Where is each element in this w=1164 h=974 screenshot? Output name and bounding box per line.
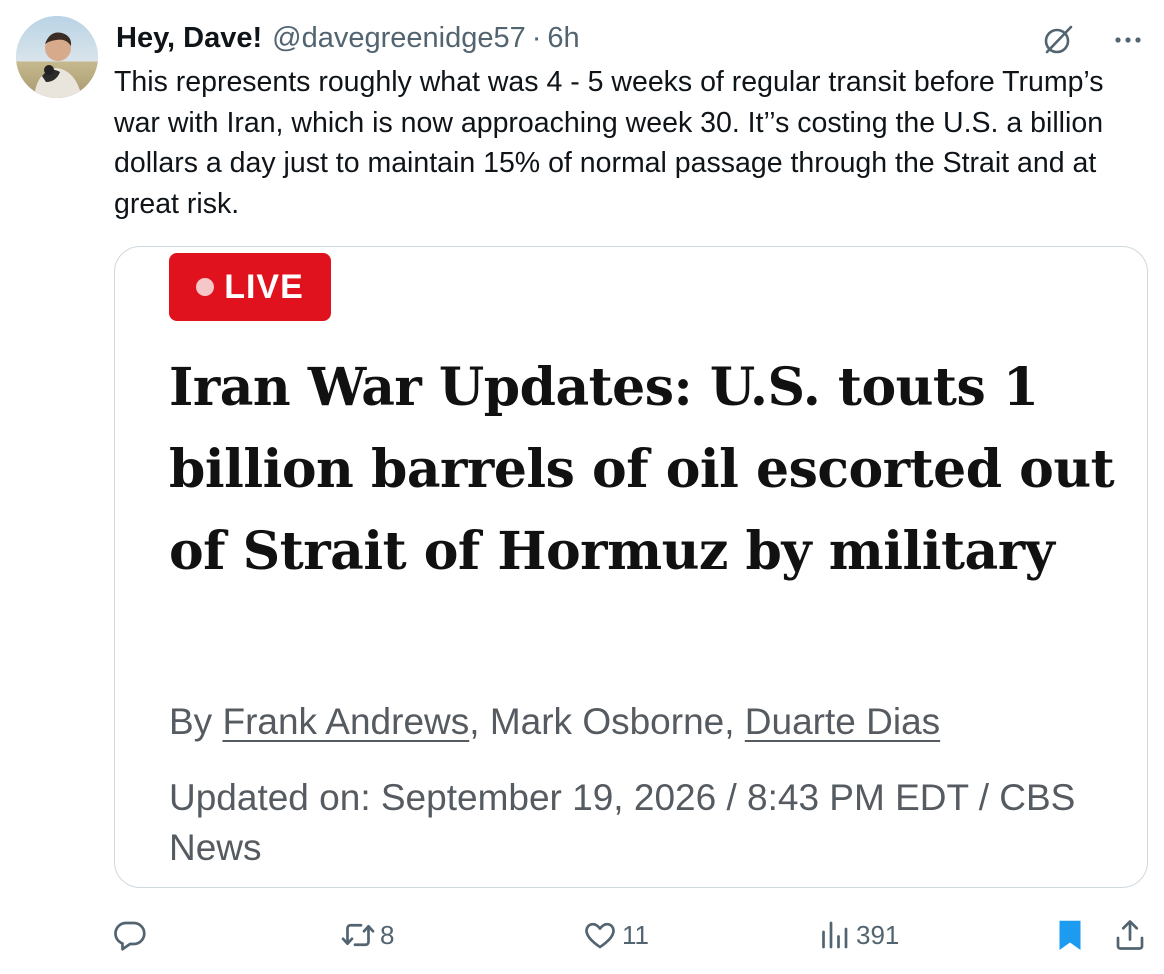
byline-prefix: By [169, 701, 223, 742]
reply-icon [114, 921, 146, 951]
bookmark-icon [1059, 920, 1081, 950]
article-byline: By Frank Andrews, Mark Osborne, Duarte D… [169, 697, 940, 747]
views-count: 391 [856, 919, 900, 950]
separator-dot: · [531, 21, 542, 54]
byline-author-3: Duarte Dias [744, 701, 941, 742]
grok-icon[interactable] [1040, 22, 1076, 58]
views-button[interactable]: 391 [816, 915, 899, 955]
timestamp[interactable]: 6h [547, 22, 579, 55]
byline-separator-2: , [724, 701, 745, 742]
live-badge: LIVE [169, 253, 331, 321]
share-button[interactable] [1112, 915, 1148, 955]
article-headline: Iran War Updates: U.S. touts 1 billion b… [169, 357, 1115, 582]
byline-author-1: Frank Andrews [222, 701, 470, 742]
byline-separator-1: , [469, 701, 490, 742]
tweet-header: Hey, Dave! @davegreenidge57 · 6h [116, 18, 580, 58]
avatar[interactable] [16, 16, 98, 98]
live-label: LIVE [224, 267, 304, 306]
byline-author-2: Mark Osborne [489, 701, 725, 742]
retweet-count: 8 [380, 919, 395, 950]
like-button[interactable]: 11 [582, 915, 649, 955]
like-count: 11 [622, 919, 649, 950]
action-bar: 8 11 391 [0, 905, 1164, 965]
share-icon [1116, 920, 1144, 950]
live-dot-icon [196, 278, 215, 296]
reply-button[interactable] [112, 915, 152, 955]
tweet-text: This represents roughly what was 4 - 5 w… [114, 66, 1104, 220]
more-icon[interactable] [1110, 22, 1146, 58]
display-name[interactable]: Hey, Dave! [116, 22, 262, 55]
heart-icon [585, 922, 615, 949]
user-handle[interactable]: @davegreenidge57 [272, 22, 526, 55]
bookmark-button[interactable] [1052, 915, 1088, 955]
media-image[interactable]: LIVE Iran War Updates: U.S. touts 1 bill… [114, 246, 1148, 888]
retweet-button[interactable]: 8 [340, 915, 394, 955]
article-updated: Updated on: September 19, 2026 / 8:43 PM… [169, 777, 1076, 868]
retweet-icon [341, 923, 375, 947]
tweet: Hey, Dave! @davegreenidge57 · 6h This re… [0, 0, 1164, 974]
views-icon [822, 921, 848, 949]
